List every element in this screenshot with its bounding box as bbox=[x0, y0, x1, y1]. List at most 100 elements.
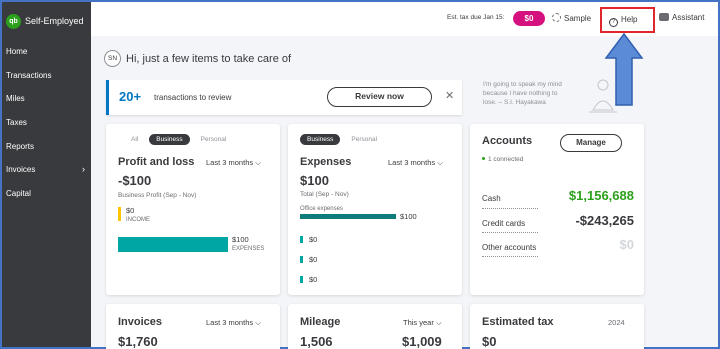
manage-button[interactable]: Manage bbox=[560, 134, 622, 152]
chevron-down-icon: ⌵ bbox=[435, 318, 442, 327]
sidebar-item-miles[interactable]: Miles bbox=[2, 87, 91, 111]
income-label: INCOME bbox=[126, 217, 150, 223]
invoices-value: $1,760 bbox=[118, 334, 158, 349]
help-label: Help bbox=[621, 15, 638, 24]
expenses-card: Business Personal Expenses Last 3 months… bbox=[288, 124, 462, 295]
annotation-arrow-icon bbox=[604, 32, 644, 106]
expenses-label: EXPENSES bbox=[232, 246, 265, 252]
expenses-subtitle: Total (Sep - Nov) bbox=[300, 191, 349, 198]
sidebar-item-home[interactable]: Home bbox=[2, 40, 91, 64]
office-expenses-value: $100 bbox=[400, 212, 417, 221]
gear-icon bbox=[552, 13, 561, 22]
mileage-period-dropdown[interactable]: This year ⌵ bbox=[403, 318, 442, 328]
profit-and-loss-card: All Business Personal Profit and loss La… bbox=[106, 124, 280, 295]
top-bar: Est. tax due Jan 15: $0 Sample ? Help Ass… bbox=[91, 2, 718, 36]
sidebar-item-taxes[interactable]: Taxes bbox=[2, 111, 91, 135]
account-label-cash: Cash bbox=[482, 194, 501, 203]
profit-title: Profit and loss bbox=[118, 156, 195, 168]
profit-subtitle: Business Profit (Sep - Nov) bbox=[118, 192, 197, 199]
accounts-card: Accounts Manage 1 connected Cash $1,156,… bbox=[470, 124, 644, 295]
estimated-tax-year: 2024 bbox=[608, 318, 625, 327]
invoices-card: Invoices Last 3 months ⌵ $1,760 bbox=[106, 304, 280, 349]
sample-label: Sample bbox=[564, 14, 592, 23]
tab-business[interactable]: Business bbox=[149, 134, 190, 145]
period-label: Last 3 months bbox=[388, 158, 436, 167]
help-button[interactable]: ? Help bbox=[609, 15, 637, 27]
mileage-miles-value: 1,506 bbox=[300, 334, 333, 349]
help-highlight-box: ? Help bbox=[600, 7, 655, 33]
divider bbox=[482, 256, 538, 257]
office-expenses-label: Office expenses bbox=[300, 206, 343, 212]
expenses-period-dropdown[interactable]: Last 3 months ⌵ bbox=[388, 158, 443, 168]
expense-row-value: $0 bbox=[309, 275, 318, 284]
account-value-other: $0 bbox=[619, 237, 634, 252]
quickbooks-logo-icon: qb bbox=[6, 13, 21, 29]
invoices-title: Invoices bbox=[118, 316, 163, 328]
assistant-button[interactable]: Assistant bbox=[659, 13, 704, 22]
review-banner: 20+ transactions to review Review now ✕ bbox=[106, 80, 462, 115]
expense-row-marker bbox=[300, 256, 303, 263]
estimated-tax-title: Estimated tax bbox=[482, 316, 554, 328]
tab-personal[interactable]: Personal bbox=[194, 134, 234, 145]
greeting: SN Hi, just a few items to take care of bbox=[104, 50, 291, 67]
assistant-label: Assistant bbox=[672, 13, 705, 22]
expenses-value: $100 bbox=[300, 173, 329, 188]
estimated-tax-value: $0 bbox=[482, 334, 497, 349]
review-now-button[interactable]: Review now bbox=[327, 87, 432, 107]
expenses-value: $100 bbox=[232, 235, 249, 244]
expenses-bar bbox=[118, 237, 228, 252]
connected-status: 1 connected bbox=[482, 156, 523, 163]
greeting-text: Hi, just a few items to take care of bbox=[126, 52, 292, 65]
expense-row-value: $0 bbox=[309, 255, 318, 264]
brand-name: Self-Employed bbox=[25, 16, 84, 26]
tax-due-badge[interactable]: $0 bbox=[513, 11, 545, 26]
period-label: Last 3 months bbox=[206, 318, 254, 327]
account-label-credit-cards: Credit cards bbox=[482, 219, 526, 228]
divider bbox=[482, 208, 538, 209]
question-circle-icon: ? bbox=[609, 18, 618, 27]
tax-due-label: Est. tax due Jan 15: bbox=[447, 14, 505, 21]
expenses-tabs: Business Personal bbox=[300, 134, 388, 145]
review-count: 20+ bbox=[119, 89, 142, 104]
tab-all[interactable]: All bbox=[124, 134, 145, 145]
avatar[interactable]: SN bbox=[104, 50, 121, 67]
connected-label: 1 connected bbox=[488, 156, 524, 163]
account-label-other: Other accounts bbox=[482, 243, 537, 252]
mileage-amount-value: $1,009 bbox=[402, 334, 442, 349]
period-label: This year bbox=[403, 318, 434, 327]
account-value-credit-cards: -$243,265 bbox=[575, 213, 634, 228]
sidebar-item-invoices[interactable]: Invoices › bbox=[2, 158, 91, 182]
sidebar-item-reports[interactable]: Reports bbox=[2, 135, 91, 159]
expense-row-marker bbox=[300, 276, 303, 283]
profit-tabs: All Business Personal bbox=[124, 134, 237, 145]
sidebar: qb Self-Employed Home Transactions Miles… bbox=[2, 2, 91, 347]
sidebar-item-label: Invoices bbox=[6, 165, 36, 175]
status-dot-icon bbox=[482, 157, 485, 160]
expenses-title: Expenses bbox=[300, 156, 352, 168]
office-expenses-bar bbox=[300, 214, 396, 219]
expense-row-marker bbox=[300, 236, 303, 243]
profit-value: -$100 bbox=[118, 173, 152, 188]
chat-bubble-icon bbox=[659, 13, 669, 21]
income-marker bbox=[118, 207, 121, 221]
mileage-title: Mileage bbox=[300, 316, 341, 328]
mileage-card: Mileage This year ⌵ 1,506 $1,009 bbox=[288, 304, 462, 349]
sample-button[interactable]: Sample bbox=[552, 13, 591, 23]
sidebar-item-transactions[interactable]: Transactions bbox=[2, 64, 91, 88]
invoices-period-dropdown[interactable]: Last 3 months ⌵ bbox=[206, 318, 261, 328]
tab-business[interactable]: Business bbox=[300, 134, 341, 145]
close-icon[interactable]: ✕ bbox=[445, 89, 454, 102]
estimated-tax-card: Estimated tax 2024 $0 bbox=[470, 304, 644, 349]
divider bbox=[482, 232, 538, 233]
sidebar-item-capital[interactable]: Capital bbox=[2, 182, 91, 206]
chevron-down-icon: ⌵ bbox=[255, 318, 261, 327]
chevron-down-icon: ⌵ bbox=[437, 158, 443, 167]
profit-period-dropdown[interactable]: Last 3 months ⌵ bbox=[206, 158, 261, 168]
income-value: $0 bbox=[126, 206, 135, 215]
tab-personal[interactable]: Personal bbox=[344, 134, 384, 145]
review-text: transactions to review bbox=[154, 93, 232, 102]
account-value-cash: $1,156,688 bbox=[568, 188, 634, 203]
brand[interactable]: qb Self-Employed bbox=[2, 2, 91, 40]
chevron-down-icon: ⌵ bbox=[255, 158, 261, 167]
expense-row-value: $0 bbox=[309, 235, 318, 244]
